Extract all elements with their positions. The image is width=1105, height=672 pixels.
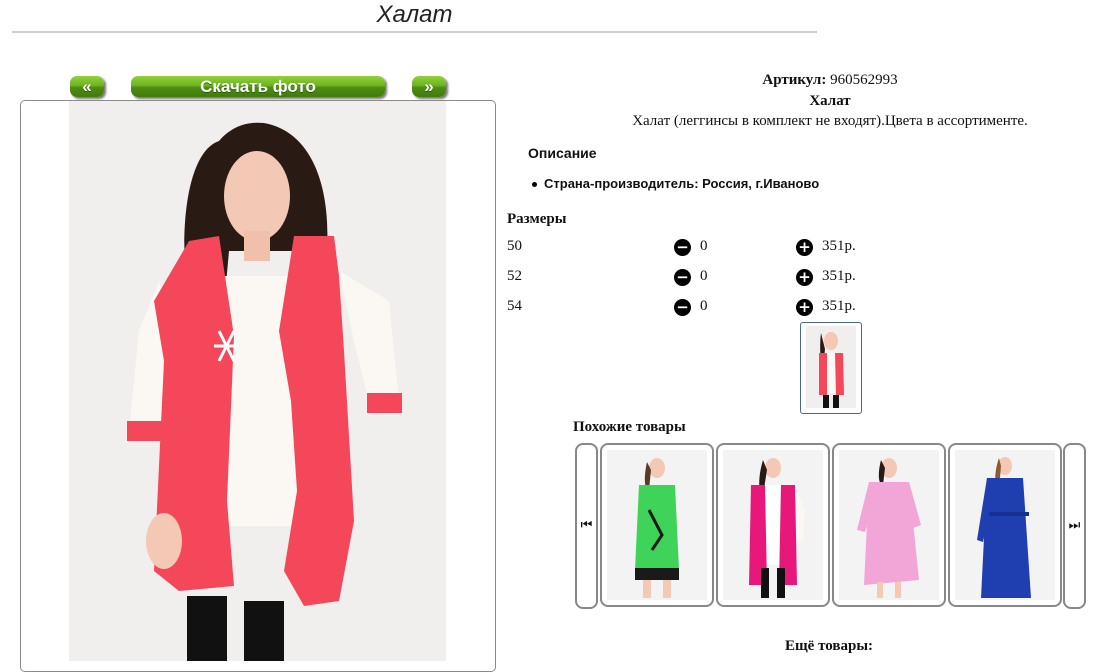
article-value: 960562993 <box>830 72 898 88</box>
similar-item[interactable] <box>948 443 1062 607</box>
size-value: 54 <box>507 298 522 314</box>
size-row: 52 − 0 + 351р. <box>507 268 907 288</box>
price-value: 351р. <box>822 268 856 284</box>
download-photo-button[interactable]: Скачать фото <box>131 76 385 97</box>
sizes-heading: Размеры <box>507 211 567 227</box>
plus-circle-icon[interactable]: + <box>796 239 813 256</box>
price-value: 351р. <box>822 238 856 254</box>
quantity-value: 0 <box>700 298 708 314</box>
next-photo-button[interactable]: » <box>412 76 446 97</box>
price-value: 351р. <box>822 298 856 314</box>
prev-photo-button[interactable]: « <box>70 76 104 97</box>
product-name: Халат <box>809 93 851 109</box>
similar-item[interactable] <box>716 443 830 607</box>
similar-heading: Похожие товары <box>573 419 686 435</box>
bullet-icon <box>532 182 537 188</box>
similar-item[interactable] <box>832 443 946 607</box>
size-row: 50 − 0 + 351р. <box>507 238 907 258</box>
quantity-value: 0 <box>700 238 708 254</box>
similar-item[interactable] <box>600 443 714 607</box>
plus-circle-icon[interactable]: + <box>796 299 813 316</box>
product-photo[interactable] <box>69 101 446 661</box>
size-value: 52 <box>507 268 522 284</box>
plus-circle-icon[interactable]: + <box>796 269 813 286</box>
product-description: Халат (леггинсы в комплект не входят).Цв… <box>632 113 1028 129</box>
skip-forward-icon[interactable]: ⏭ <box>1063 443 1086 609</box>
page-title: Халат <box>12 0 817 33</box>
minus-circle-icon[interactable]: − <box>674 299 691 316</box>
size-row: 54 − 0 + 351р. <box>507 298 907 318</box>
quantity-value: 0 <box>700 268 708 284</box>
article-line: Артикул: 960562993 <box>505 72 1105 89</box>
skip-back-icon[interactable]: ⏮ <box>575 443 598 609</box>
more-heading: Ещё товары: <box>785 638 874 654</box>
minus-circle-icon[interactable]: − <box>674 269 691 286</box>
details-heading: Описание <box>528 145 597 161</box>
article-label: Артикул: <box>762 72 827 88</box>
product-photo-frame <box>20 100 496 672</box>
size-value: 50 <box>507 238 522 254</box>
minus-circle-icon[interactable]: − <box>674 239 691 256</box>
product-thumbnail[interactable] <box>800 322 862 414</box>
details-list-item: Страна-производитель: Россия, г.Иваново <box>532 176 819 191</box>
details-text: Страна-производитель: Россия, г.Иваново <box>544 176 820 191</box>
